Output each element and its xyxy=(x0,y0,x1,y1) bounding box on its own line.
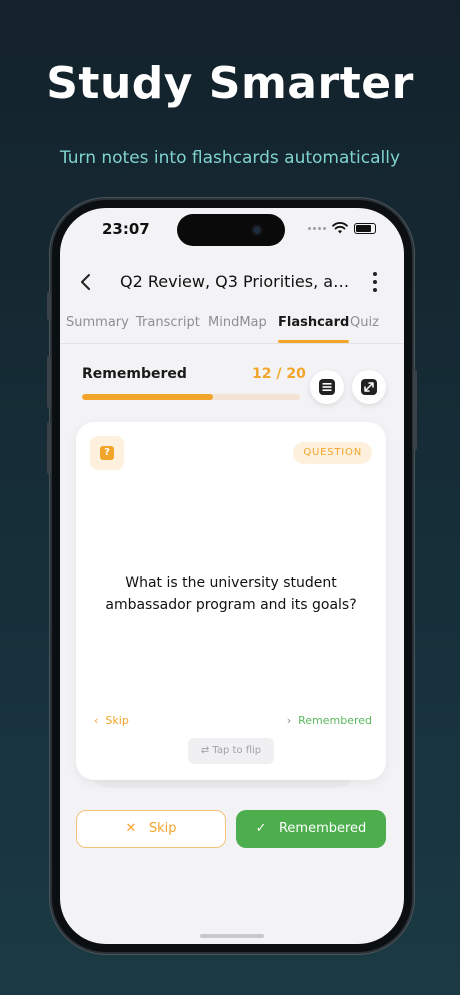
flashcard[interactable]: ? QUESTION What is the university studen… xyxy=(76,422,386,780)
more-options-button[interactable] xyxy=(370,270,380,294)
status-bar: 23:07 xyxy=(60,208,404,252)
remembered-hint[interactable]: › Remembered xyxy=(287,714,372,727)
skip-hint-label: Skip xyxy=(105,714,129,727)
back-button[interactable] xyxy=(74,270,98,294)
tab-bar: Summary Transcript MindMap Flashcard Qui… xyxy=(60,312,404,344)
camera-icon xyxy=(251,224,263,236)
question-badge: QUESTION xyxy=(293,442,372,464)
remembered-hint-label: Remembered xyxy=(298,714,372,727)
tab-summary[interactable]: Summary xyxy=(66,312,129,344)
question-text: What is the university student ambassado… xyxy=(105,575,357,613)
volume-up-button xyxy=(47,356,51,408)
tab-quiz[interactable]: Quiz xyxy=(350,312,379,344)
more-vertical-icon xyxy=(373,272,377,276)
flip-icon: ⇄ xyxy=(200,745,213,756)
phone-frame: 23:07 Q2 Review, Q3 Priorities, and ... … xyxy=(47,200,417,952)
progress-count: 12 / 20 xyxy=(252,366,306,382)
tab-transcript[interactable]: Transcript xyxy=(136,312,200,344)
hero-title: Study Smarter xyxy=(46,58,414,109)
progress-bar-fill xyxy=(82,394,213,400)
wifi-icon xyxy=(332,222,348,234)
list-icon xyxy=(319,379,335,395)
tab-mindmap[interactable]: MindMap xyxy=(208,312,267,344)
page-title: Q2 Review, Q3 Priorities, and ... xyxy=(120,272,352,291)
tap-to-flip-button[interactable]: ⇄ Tap to flip xyxy=(188,738,274,764)
expand-button[interactable] xyxy=(352,370,386,404)
dynamic-island xyxy=(177,214,285,246)
volume-down-button xyxy=(47,422,51,474)
app-screen: 23:07 Q2 Review, Q3 Priorities, and ... … xyxy=(60,208,404,944)
signal-dots-icon xyxy=(308,226,326,230)
home-indicator xyxy=(200,934,264,938)
status-time: 23:07 xyxy=(102,220,150,238)
hero-subtitle: Turn notes into flashcards automatically xyxy=(59,148,401,168)
question-icon: ? xyxy=(90,436,124,470)
tab-flashcard[interactable]: Flashcard xyxy=(278,312,350,344)
chevron-left-icon: ‹ xyxy=(94,714,106,727)
progress-bar xyxy=(82,394,300,400)
chevron-right-icon: › xyxy=(286,714,299,727)
remembered-button[interactable]: ✓ Remembered xyxy=(236,810,386,848)
status-icons xyxy=(308,222,376,234)
remembered-button-label: Remembered xyxy=(278,821,367,836)
check-icon: ✓ xyxy=(255,821,279,836)
chevron-left-icon xyxy=(81,274,90,290)
tap-to-flip-label: Tap to flip xyxy=(212,745,262,756)
close-icon: ✕ xyxy=(125,821,149,836)
action-button xyxy=(47,292,51,320)
power-button xyxy=(413,370,417,450)
progress-section: Remembered 12 / 20 xyxy=(60,356,404,412)
expand-icon xyxy=(361,379,377,395)
battery-icon xyxy=(354,222,376,234)
list-view-button[interactable] xyxy=(310,370,344,404)
skip-hint[interactable]: ‹ Skip xyxy=(94,714,129,727)
skip-button-label: Skip xyxy=(148,821,177,836)
top-nav: Q2 Review, Q3 Priorities, and ... xyxy=(60,262,404,302)
progress-label: Remembered xyxy=(82,366,187,382)
skip-button[interactable]: ✕ Skip xyxy=(76,810,226,848)
